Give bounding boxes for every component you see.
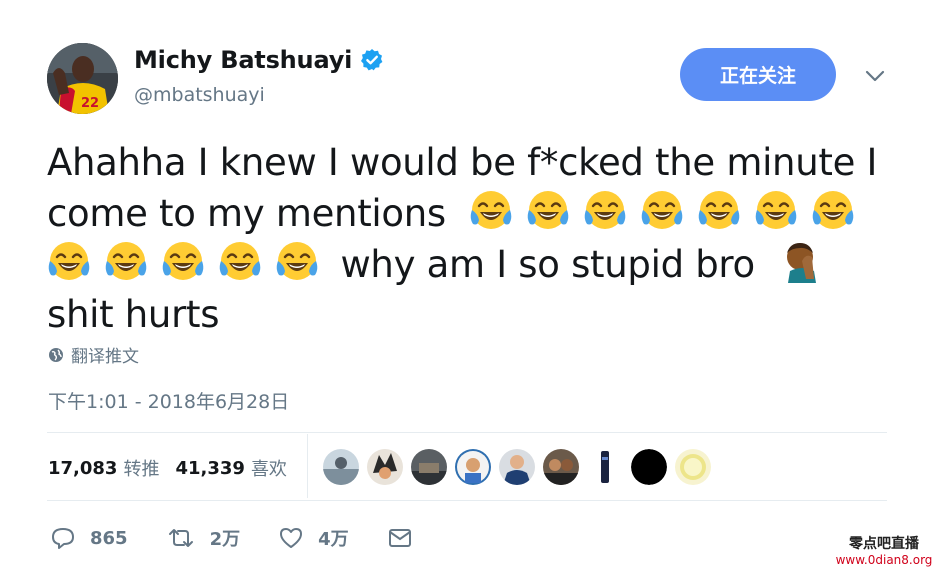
reply-icon (52, 528, 74, 549)
emoji-group (47, 243, 330, 286)
reply-button[interactable]: 865 (50, 526, 128, 550)
face-with-tears-of-joy-icon (104, 239, 148, 283)
liker-avatar[interactable] (455, 449, 491, 485)
tweet-text-line: shit hurts (47, 293, 220, 336)
chevron-down-icon[interactable] (863, 66, 887, 86)
facepalm-icon (787, 243, 817, 283)
face-with-tears-of-joy-icon (218, 239, 262, 283)
direct-message-button[interactable] (387, 526, 427, 550)
display-name[interactable]: Michy Batshuayi (134, 46, 352, 74)
reply-count: 865 (90, 527, 128, 549)
watermark-url: www.0dian8.org (835, 553, 933, 567)
globe-icon (49, 347, 63, 362)
divider (47, 432, 887, 433)
face-with-tears-of-joy-icon (161, 239, 205, 283)
liker-avatar[interactable] (675, 449, 711, 485)
face-with-tears-of-joy-icon (526, 188, 570, 232)
tweet-timestamp[interactable]: 下午1:01 - 2018年6月28日 (48, 387, 289, 414)
divider (307, 434, 308, 498)
author-handle[interactable]: @mbatshuayi (134, 84, 265, 106)
tweet-actions: 865 2万 4万 (50, 525, 465, 551)
tweet-text-segment: why am I so stupid bro (340, 243, 755, 286)
tweet-text-line: come to my mentions (47, 188, 897, 239)
like-button[interactable]: 4万 (278, 525, 349, 551)
liker-avatar[interactable] (543, 449, 579, 485)
retweet-count: 2万 (209, 529, 241, 550)
like-count: 4万 (318, 529, 349, 550)
liker-avatars (323, 449, 719, 485)
face-with-tears-of-joy-icon (275, 239, 319, 283)
watermark-title: 零点吧直播 (849, 536, 919, 552)
retweets-label[interactable]: 转推 (123, 455, 159, 481)
tweet-text-segment: come to my mentions (47, 192, 446, 235)
face-with-tears-of-joy-icon (583, 188, 627, 232)
heart-icon (280, 528, 303, 548)
liker-avatar[interactable] (411, 449, 447, 485)
likes-label[interactable]: 喜欢 (251, 455, 287, 481)
face-with-tears-of-joy-icon (811, 188, 855, 232)
envelope-icon (388, 529, 411, 547)
face-with-tears-of-joy-icon (697, 188, 741, 232)
translate-tweet-link[interactable]: 翻译推文 (48, 342, 139, 367)
liker-avatar[interactable] (587, 449, 623, 485)
watermark: 零点吧直播 www.0dian8.org (830, 533, 938, 567)
emoji-group (469, 192, 855, 235)
liker-avatar[interactable] (367, 449, 403, 485)
verified-badge-icon (360, 48, 384, 72)
retweet-button[interactable]: 2万 (166, 525, 241, 551)
divider (47, 500, 887, 501)
tweet-text-line: Ahahha I knew I would be f*cked the minu… (47, 141, 878, 184)
tweet-stats: 17,083 转推 41,339 喜欢 (48, 455, 303, 481)
face-with-tears-of-joy-icon (640, 188, 684, 232)
avatar[interactable]: 22 (47, 43, 118, 114)
retweets-count[interactable]: 17,083 (48, 458, 117, 479)
liker-avatar[interactable] (323, 449, 359, 485)
retweet-icon (168, 529, 193, 547)
author-name-row[interactable]: Michy Batshuayi (134, 46, 384, 74)
translate-label[interactable]: 翻译推文 (71, 342, 139, 367)
tweet-text: Ahahha I knew I would be f*cked the minu… (47, 138, 897, 340)
liker-avatar[interactable] (499, 449, 535, 485)
face-with-tears-of-joy-icon (47, 239, 91, 283)
liker-avatar[interactable] (631, 449, 667, 485)
following-button[interactable]: 正在关注 (680, 48, 836, 101)
likes-count[interactable]: 41,339 (175, 458, 244, 479)
svg-text:22: 22 (81, 96, 99, 111)
tweet-text-line: why am I so stupid bro (47, 239, 897, 290)
face-with-tears-of-joy-icon (754, 188, 798, 232)
face-with-tears-of-joy-icon (469, 188, 513, 232)
